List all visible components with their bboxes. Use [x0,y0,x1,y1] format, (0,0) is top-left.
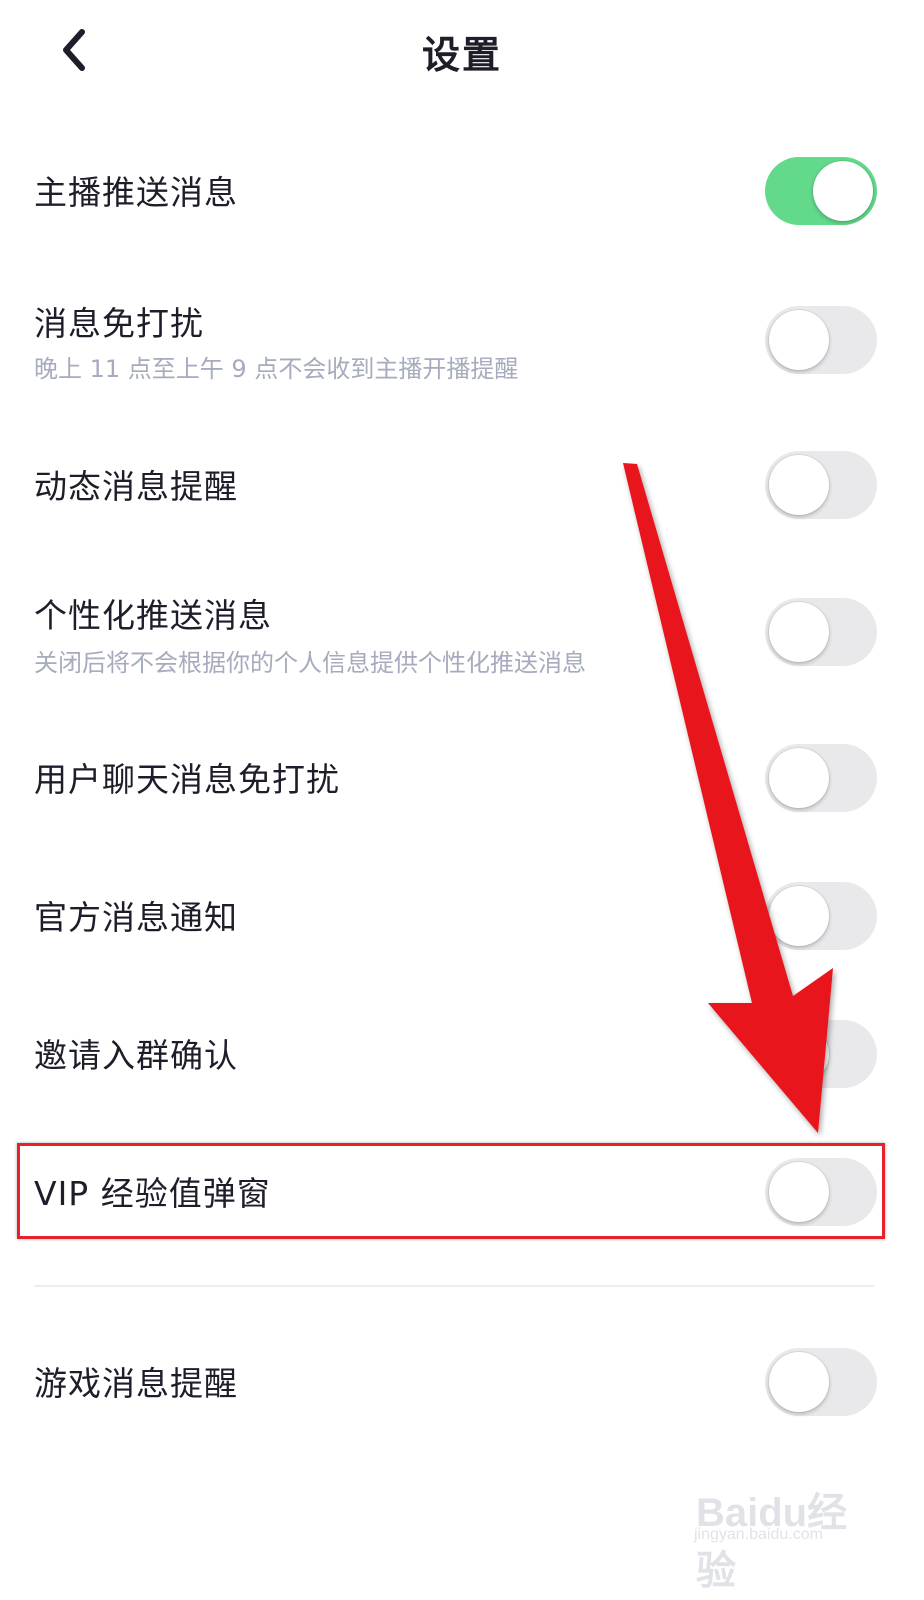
setting-row-official-notice: 官方消息通知 [0,875,924,965]
toggle-knob [769,602,829,662]
watermark-url: jingyan.baidu.com [694,1526,823,1543]
header: 设置 [0,0,924,100]
toggle-switch[interactable] [765,451,877,519]
toggle-switch[interactable] [765,157,877,225]
toggle-knob [769,748,829,808]
setting-row-feed-reminder: 动态消息提醒 [0,444,924,534]
setting-row-personalized-push: 个性化推送消息 关闭后将不会根据你的个人信息提供个性化推送消息 [0,589,924,679]
toggle-knob [769,886,829,946]
setting-row-do-not-disturb: 消息免打扰 晚上 11 点至上午 9 点不会收到主播开播提醒 [0,297,924,387]
divider [34,1285,874,1287]
toggle-knob [769,310,829,370]
toggle-knob [769,1352,829,1412]
baidu-watermark: Baidu经验 jingyan.baidu.com [690,1470,870,1593]
setting-title: 消息免打扰 [34,304,204,343]
setting-title: 游戏消息提醒 [34,1364,238,1403]
setting-row-chat-do-not-disturb: 用户聊天消息免打扰 [0,737,924,827]
setting-title: 个性化推送消息 [34,596,272,635]
toggle-switch[interactable] [765,598,877,666]
setting-row-game-reminder: 游戏消息提醒 [0,1341,924,1431]
highlight-box [17,1143,885,1239]
setting-title: 用户聊天消息免打扰 [34,760,340,799]
setting-title: 动态消息提醒 [34,467,238,506]
toggle-switch[interactable] [765,1020,877,1088]
toggle-switch[interactable] [765,744,877,812]
setting-title: 邀请入群确认 [34,1036,238,1075]
setting-row-group-invite-confirm: 邀请入群确认 [0,1013,924,1103]
toggle-switch[interactable] [765,882,877,950]
page-title: 设置 [421,33,502,77]
setting-title: 官方消息通知 [34,898,238,937]
toggle-knob [769,1024,829,1084]
setting-subtitle: 晚上 11 点至上午 9 点不会收到主播开播提醒 [34,355,519,383]
toggle-switch[interactable] [765,306,877,374]
toggle-knob [813,161,873,221]
setting-title: 主播推送消息 [34,173,238,212]
toggle-knob [769,455,829,515]
setting-row-streamer-push: 主播推送消息 [0,150,924,240]
setting-subtitle: 关闭后将不会根据你的个人信息提供个性化推送消息 [34,649,586,677]
toggle-switch[interactable] [765,1348,877,1416]
